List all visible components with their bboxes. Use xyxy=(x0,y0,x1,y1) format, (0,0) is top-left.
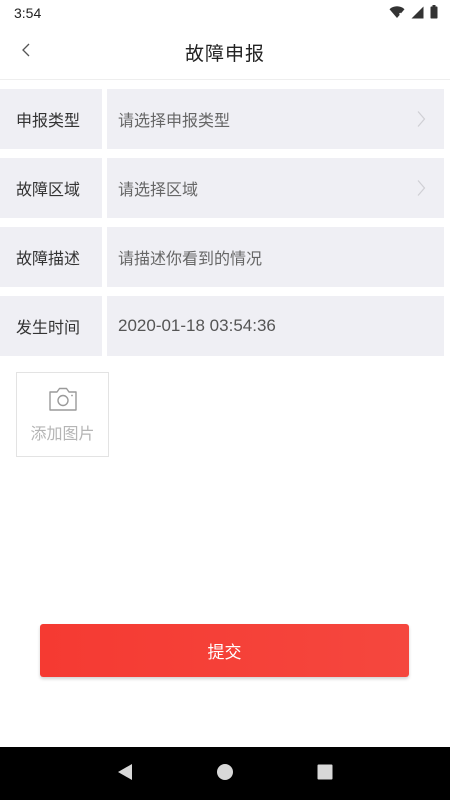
occurrence-time-label: 发生时间 xyxy=(0,296,102,356)
page-title: 故障申报 xyxy=(184,43,265,65)
chevron-right-icon xyxy=(416,110,426,128)
add-photo-label: 添加图片 xyxy=(30,423,95,443)
fault-area-label: 故障区域 xyxy=(0,158,102,218)
add-photo-button[interactable]: 添加图片 xyxy=(16,372,109,457)
wifi-icon xyxy=(389,4,405,23)
recents-square-icon xyxy=(317,764,333,784)
fault-description-input[interactable]: 请描述你看到的情况 xyxy=(107,227,444,287)
status-bar: 3:54 xyxy=(0,0,450,26)
fault-area-placeholder: 请选择区域 xyxy=(118,180,199,199)
back-triangle-icon xyxy=(117,763,133,785)
form-row-fault-area: 故障区域 请选择区域 xyxy=(0,158,450,218)
occurrence-time-value-box: 2020-01-18 03:54:36 xyxy=(107,296,444,356)
fault-description-label: 故障描述 xyxy=(0,227,102,287)
nav-recents-button[interactable] xyxy=(310,759,340,789)
back-button[interactable] xyxy=(8,34,44,70)
home-circle-icon xyxy=(216,763,234,785)
form-row-fault-description: 故障描述 请描述你看到的情况 xyxy=(0,227,450,287)
fault-description-placeholder: 请描述你看到的情况 xyxy=(118,249,263,268)
header: 故障申报 xyxy=(0,26,450,80)
nav-back-button[interactable] xyxy=(110,759,140,789)
status-time: 3:54 xyxy=(14,5,42,21)
cellular-signal-icon xyxy=(411,4,424,23)
form-row-occurrence-time: 发生时间 2020-01-18 03:54:36 xyxy=(0,296,450,356)
battery-icon xyxy=(430,4,438,23)
chevron-right-icon xyxy=(416,179,426,197)
form-row-report-type: 申报类型 请选择申报类型 xyxy=(0,89,450,149)
screen: 3:54 故障申报 申报类型 请选择申报类型 故障区域 请选择区域 故障描述 请… xyxy=(0,0,450,800)
chevron-left-icon xyxy=(20,42,32,62)
system-nav-bar xyxy=(0,747,450,800)
report-type-label: 申报类型 xyxy=(0,89,102,149)
occurrence-time-value: 2020-01-18 03:54:36 xyxy=(118,316,276,335)
report-type-select[interactable]: 请选择申报类型 xyxy=(107,89,444,149)
status-icons xyxy=(389,4,438,23)
nav-home-button[interactable] xyxy=(210,759,240,789)
fault-area-select[interactable]: 请选择区域 xyxy=(107,158,444,218)
camera-icon xyxy=(47,386,79,416)
submit-button[interactable]: 提交 xyxy=(40,624,409,677)
report-type-placeholder: 请选择申报类型 xyxy=(118,111,231,130)
